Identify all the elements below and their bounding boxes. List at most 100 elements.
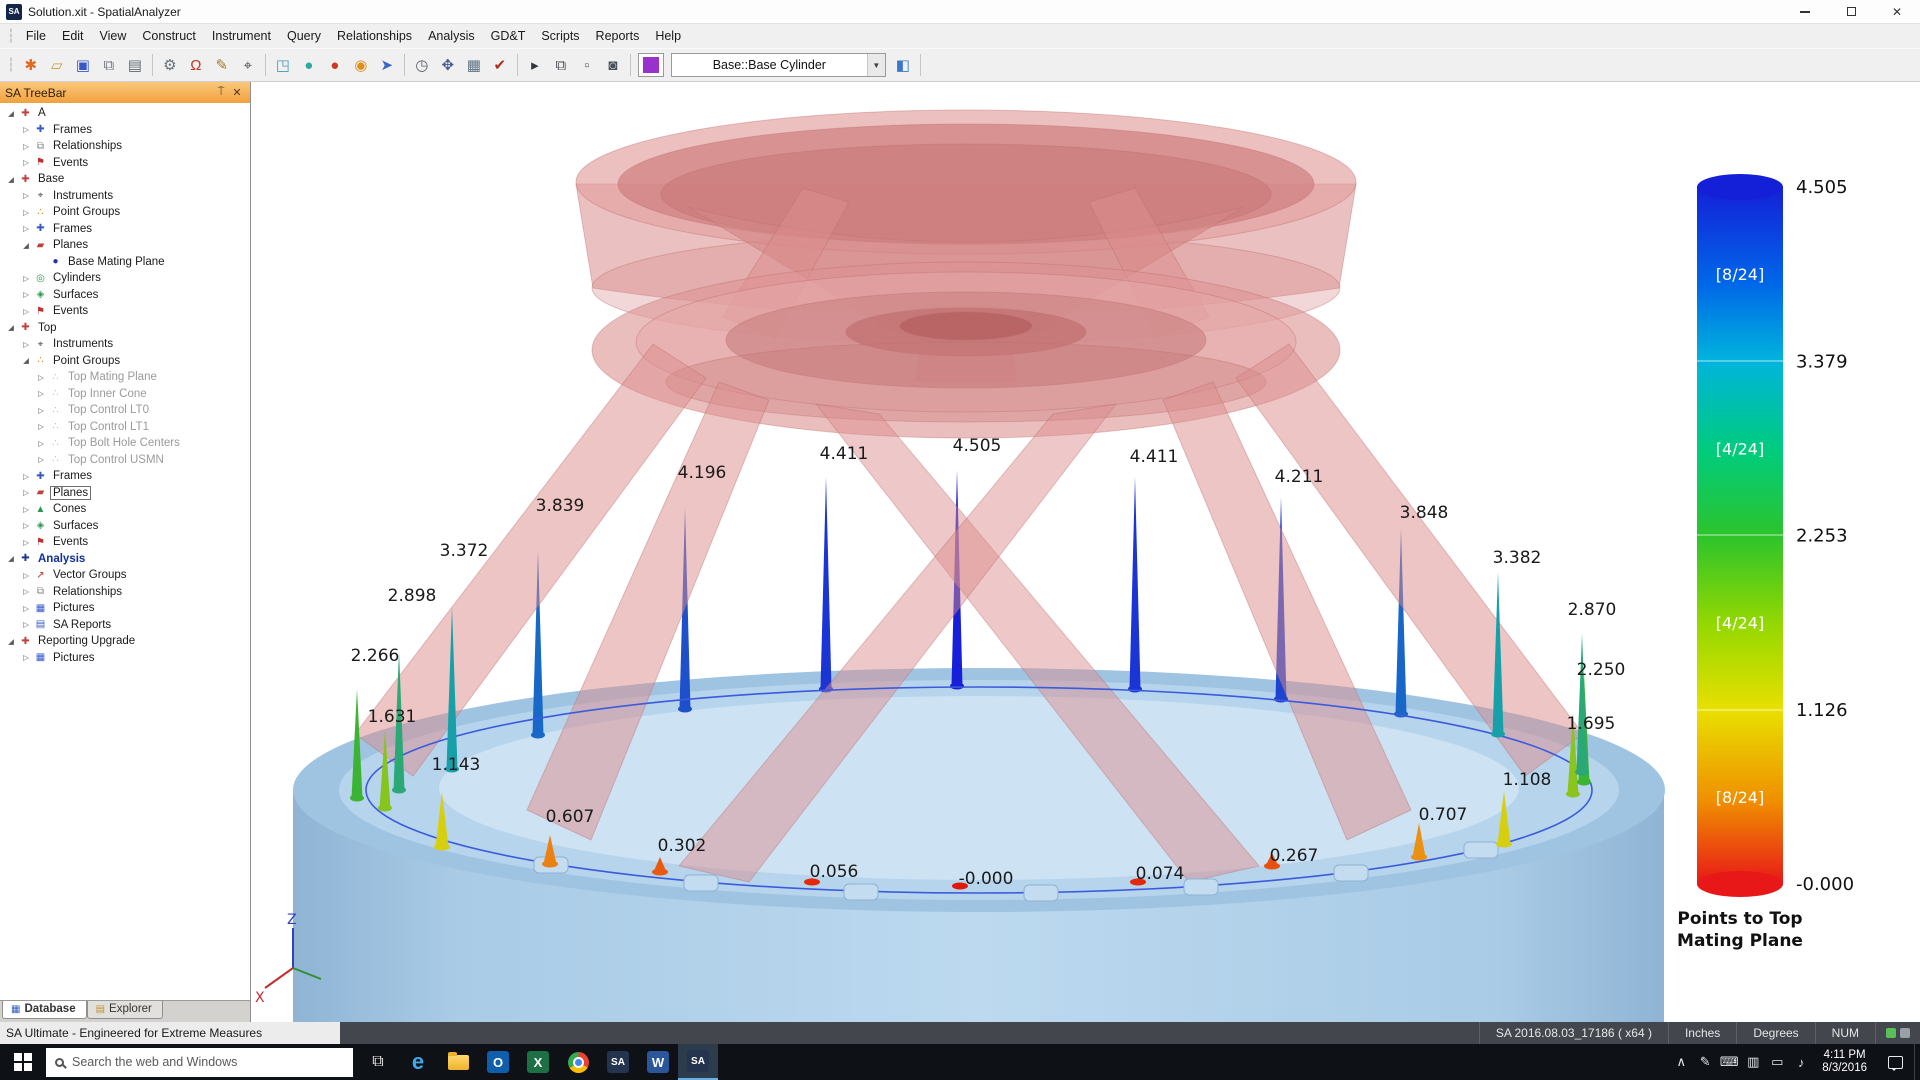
menu-view[interactable]: View <box>92 26 135 46</box>
battery-icon[interactable]: ▭ <box>1765 1054 1789 1070</box>
task-view-button[interactable]: ⧉ <box>358 1044 398 1080</box>
tree-expander-icon[interactable]: ▷ <box>19 653 33 662</box>
tree-expander-icon[interactable]: ◢ <box>19 356 33 365</box>
tab-explorer[interactable]: ▤ Explorer <box>87 1001 163 1019</box>
tree-node-vector-groups[interactable]: ▷↗Vector Groups <box>0 567 250 584</box>
tree-expander-icon[interactable]: ▷ <box>34 389 48 398</box>
active-object-combobox[interactable]: Base::Base Cylinder▼ <box>671 53 886 77</box>
camera-icon[interactable]: ◙ <box>600 52 626 78</box>
tree-node-sa-reports[interactable]: ▷▤SA Reports <box>0 617 250 634</box>
move-tool-icon[interactable]: ✥ <box>435 52 461 78</box>
tree-node-point-groups[interactable]: ▷∴Point Groups <box>0 204 250 221</box>
tree-node-top-control-usmn[interactable]: ▷∴Top Control USMN <box>0 452 250 469</box>
start-button[interactable] <box>0 1044 46 1080</box>
selection-box-icon[interactable]: ▫ <box>574 52 600 78</box>
pen-icon[interactable]: ✎ <box>1693 1054 1717 1070</box>
taskbar-app-file-explorer[interactable] <box>438 1044 478 1080</box>
tree-node-top[interactable]: ◢✚Top <box>0 320 250 337</box>
taskbar-clock[interactable]: 4:11 PM 8/3/2016 <box>1813 1049 1876 1075</box>
tree-node-events[interactable]: ▷⚑Events <box>0 303 250 320</box>
sphere-red-icon[interactable]: ● <box>322 52 348 78</box>
network-icon[interactable]: ▥ <box>1741 1054 1765 1070</box>
stopwatch-icon[interactable]: ◷ <box>409 52 435 78</box>
taskbar-app-word[interactable]: W <box>638 1044 678 1080</box>
tree-expander-icon[interactable]: ◢ <box>4 109 18 118</box>
tree-node-top-control-lt1[interactable]: ▷∴Top Control LT1 <box>0 419 250 436</box>
tree-node-a[interactable]: ◢✚A <box>0 105 250 122</box>
tree-expander-icon[interactable]: ▷ <box>19 538 33 547</box>
tree-node-instruments[interactable]: ▷⌖Instruments <box>0 188 250 205</box>
target-ball-icon[interactable]: ◉ <box>348 52 374 78</box>
tree-expander-icon[interactable]: ▷ <box>19 521 33 530</box>
tree-expander-icon[interactable]: ◢ <box>19 241 33 250</box>
color-swatch-button[interactable] <box>638 53 664 77</box>
paint-fill-icon[interactable]: ◧ <box>890 52 916 78</box>
sphere-teal-icon[interactable]: ● <box>296 52 322 78</box>
action-center-button[interactable] <box>1876 1044 1914 1080</box>
tree-node-relationships[interactable]: ▷⧉Relationships <box>0 138 250 155</box>
tree-expander-icon[interactable]: ▷ <box>34 455 48 464</box>
tree-expander-icon[interactable]: ◢ <box>4 554 18 563</box>
tree-node-frames[interactable]: ▷✚Frames <box>0 221 250 238</box>
tree-node-events[interactable]: ▷⚑Events <box>0 534 250 551</box>
select-cursor-icon[interactable]: ▸ <box>522 52 548 78</box>
settings-gear-icon[interactable]: ⚙ <box>157 52 183 78</box>
taskbar-app-chrome[interactable] <box>558 1044 598 1080</box>
tree-node-frames[interactable]: ▷✚Frames <box>0 468 250 485</box>
tree-expander-icon[interactable]: ▷ <box>34 422 48 431</box>
keyboard-icon[interactable]: ⌨ <box>1717 1054 1741 1070</box>
menu-analysis[interactable]: Analysis <box>420 26 483 46</box>
copy-icon[interactable]: ⧉ <box>96 52 122 78</box>
menu-construct[interactable]: Construct <box>134 26 204 46</box>
tree-node-top-bolt-hole-centers[interactable]: ▷∴Top Bolt Hole Centers <box>0 435 250 452</box>
menu-file[interactable]: File <box>18 26 54 46</box>
tree-expander-icon[interactable]: ◢ <box>4 175 18 184</box>
tree-node-top-inner-cone[interactable]: ▷∴Top Inner Cone <box>0 386 250 403</box>
new-window-icon[interactable]: ⧉ <box>548 52 574 78</box>
minimize-button[interactable] <box>1782 0 1828 23</box>
print-icon[interactable]: ▤ <box>122 52 148 78</box>
menu-query[interactable]: Query <box>279 26 329 46</box>
menu-gd-t[interactable]: GD&T <box>483 26 534 46</box>
tree-expander-icon[interactable]: ▷ <box>19 307 33 316</box>
tree-node-analysis[interactable]: ◢✚Analysis <box>0 551 250 568</box>
tree-expander-icon[interactable]: ▷ <box>19 224 33 233</box>
tree-expander-icon[interactable]: ▷ <box>19 125 33 134</box>
tree-node-top-control-lt0[interactable]: ▷∴Top Control LT0 <box>0 402 250 419</box>
menu-help[interactable]: Help <box>647 26 689 46</box>
grid-table-icon[interactable]: ▦ <box>461 52 487 78</box>
tab-database[interactable]: ▦ Database <box>2 1001 87 1019</box>
tree-node-base[interactable]: ◢✚Base <box>0 171 250 188</box>
tree-expander-icon[interactable]: ◢ <box>4 637 18 646</box>
tree-node-base-mating-plane[interactable]: ●Base Mating Plane <box>0 254 250 271</box>
tree-expander-icon[interactable]: ▷ <box>19 604 33 613</box>
tree-expander-icon[interactable]: ▷ <box>19 274 33 283</box>
tree-expander-icon[interactable]: ▷ <box>19 208 33 217</box>
vector-arrow-icon[interactable]: ➤ <box>374 52 400 78</box>
check-tool-icon[interactable]: ✔ <box>487 52 513 78</box>
tree-expander-icon[interactable]: ▷ <box>19 191 33 200</box>
tree-node-planes[interactable]: ▷▰Planes <box>0 485 250 502</box>
3d-viewport[interactable]: 2.2661.6312.8983.3721.1433.8390.6074.196… <box>251 82 1920 1022</box>
cube-icon[interactable]: ◳ <box>270 52 296 78</box>
tree-node-pictures[interactable]: ▷▦Pictures <box>0 650 250 667</box>
tree-node-surfaces[interactable]: ▷◈Surfaces <box>0 287 250 304</box>
tree-expander-icon[interactable]: ▷ <box>19 158 33 167</box>
tree-expander-icon[interactable]: ▷ <box>19 340 33 349</box>
taskbar-app-outlook[interactable]: O <box>478 1044 518 1080</box>
viewport-3d-scene[interactable]: 2.2661.6312.8983.3721.1433.8390.6074.196… <box>251 82 1920 1022</box>
tree-expander-icon[interactable]: ▷ <box>19 587 33 596</box>
edit-pencil-icon[interactable]: ✎ <box>209 52 235 78</box>
tree-node-frames[interactable]: ▷✚Frames <box>0 122 250 139</box>
taskbar-search-input[interactable]: Search the web and Windows <box>46 1048 353 1077</box>
tray-expand-icon[interactable]: ∧ <box>1669 1054 1693 1070</box>
tree-expander-icon[interactable]: ◢ <box>4 323 18 332</box>
taskbar-app-edge[interactable]: e <box>398 1044 438 1080</box>
tree-node-top-mating-plane[interactable]: ▷∴Top Mating Plane <box>0 369 250 386</box>
tree-node-surfaces[interactable]: ▷◈Surfaces <box>0 518 250 535</box>
menu-reports[interactable]: Reports <box>588 26 648 46</box>
taskbar-app-excel[interactable]: X <box>518 1044 558 1080</box>
tree-expander-icon[interactable]: ▷ <box>19 472 33 481</box>
treebar-close-icon[interactable]: ✕ <box>229 86 245 99</box>
tree-expander-icon[interactable]: ▷ <box>19 290 33 299</box>
